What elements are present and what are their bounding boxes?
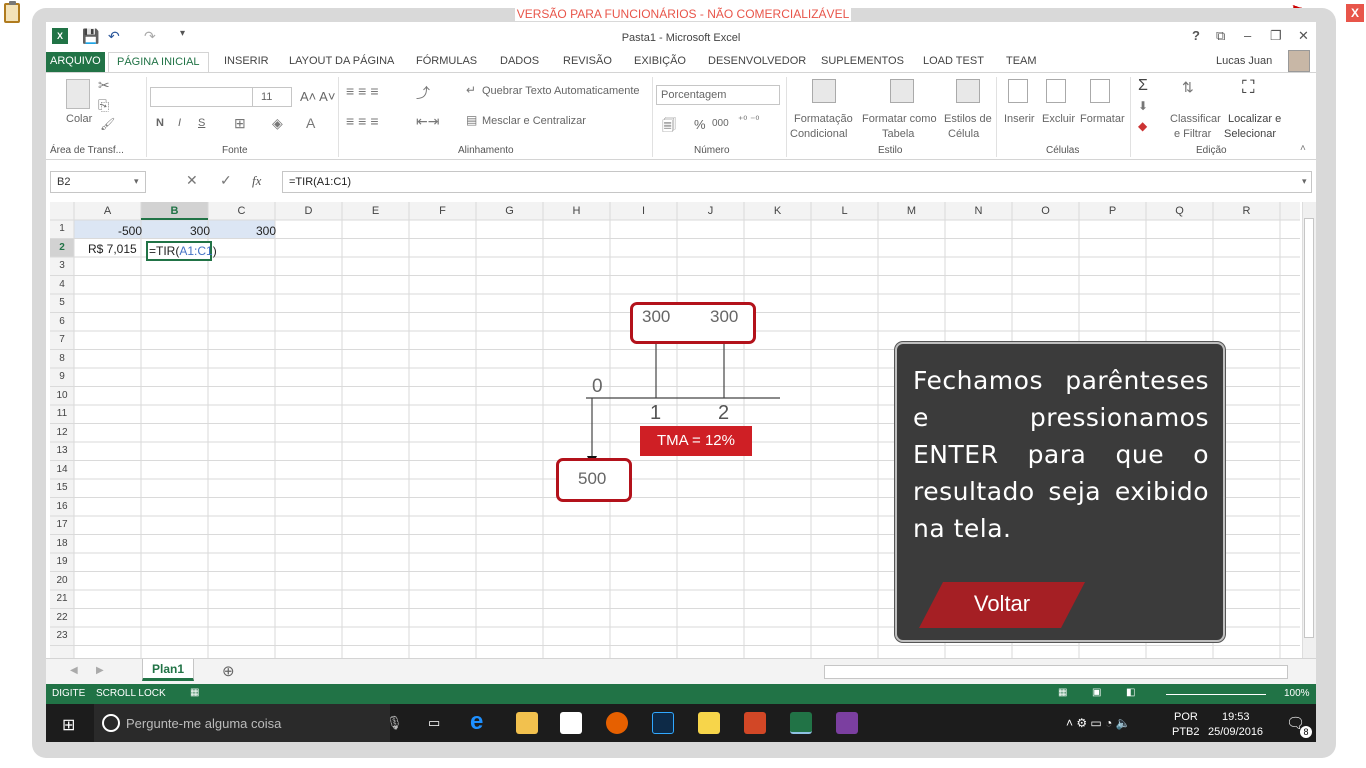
page-layout-icon[interactable]: ▣: [1092, 687, 1101, 698]
back-button[interactable]: Voltar: [919, 582, 1085, 628]
notification-count: 8: [1300, 726, 1312, 738]
sticky-notes-icon[interactable]: [698, 712, 720, 734]
photoshop-icon[interactable]: [652, 712, 674, 734]
cortana-search[interactable]: Pergunte-me alguma coisa 🎙: [94, 704, 403, 742]
language-1[interactable]: POR: [1174, 711, 1198, 723]
excel-window: X 💾 ↶ ↷ ▾ Pasta1 - Microsoft Excel ? ⧉ –…: [46, 22, 1316, 742]
edge-icon[interactable]: e: [470, 708, 483, 736]
period-0-label: 0: [592, 376, 603, 397]
explanation-panel: Fechamos parênteses e pressionamos ENTER…: [895, 342, 1225, 642]
inflow-1-value: 300: [642, 307, 671, 326]
firefox-icon[interactable]: [606, 712, 628, 734]
add-sheet-button[interactable]: ⊕: [222, 662, 235, 680]
close-overlay-button[interactable]: X: [1346, 4, 1364, 22]
windows-start-icon[interactable]: ⊞: [62, 715, 75, 735]
back-button-label: Voltar: [973, 591, 1031, 616]
horizontal-scrollbar[interactable]: [824, 665, 1288, 679]
microphone-icon: 🎙: [386, 715, 403, 730]
clipboard-icon[interactable]: [4, 1, 20, 23]
sheet-tab-plan1[interactable]: Plan1: [142, 659, 194, 681]
app-taskbar-icon[interactable]: [836, 712, 858, 734]
next-sheet-icon[interactable]: ▶: [96, 665, 104, 676]
windows-taskbar: ⊞ Pergunte-me alguma coisa 🎙 ▭ e ˄ ⚙ ▭ ◔…: [46, 704, 1316, 742]
zoom-slider[interactable]: [1166, 694, 1266, 695]
normal-view-icon[interactable]: ▦: [1058, 687, 1067, 698]
zoom-level[interactable]: 100%: [1284, 688, 1310, 699]
file-explorer-icon[interactable]: [516, 712, 538, 734]
cortana-icon: [102, 714, 120, 732]
period-2-label: 2: [718, 402, 730, 424]
clock-date[interactable]: 25/09/2016: [1208, 726, 1263, 738]
status-bar: DIGITE SCROLL LOCK ▦ ▦ ▣ ◧ 100%: [46, 684, 1316, 704]
sheet-tabs-bar: ◀ ▶ Plan1 ⊕: [46, 658, 1316, 684]
language-2[interactable]: PTB2: [1172, 726, 1200, 738]
tray-icons[interactable]: ˄ ⚙ ▭ ◔ 🔈: [1066, 716, 1131, 730]
excel-taskbar-icon[interactable]: [790, 712, 812, 734]
clock-time[interactable]: 19:53: [1222, 711, 1250, 723]
search-placeholder: Pergunte-me alguma coisa: [126, 716, 282, 731]
task-view-icon[interactable]: ▭: [428, 715, 440, 731]
page-break-icon[interactable]: ◧: [1126, 687, 1135, 698]
outflow-value: 500: [578, 469, 607, 488]
prev-sheet-icon[interactable]: ◀: [70, 665, 78, 676]
period-1-label: 1: [650, 402, 662, 424]
status-mode: DIGITE: [52, 688, 86, 699]
macro-record-icon[interactable]: ▦: [190, 687, 199, 698]
powerpoint-icon[interactable]: [744, 712, 766, 734]
status-scroll-lock: SCROLL LOCK: [96, 688, 166, 699]
store-icon[interactable]: [560, 712, 582, 734]
inflow-2-value: 300: [710, 307, 739, 326]
tma-badge: TMA = 12%: [640, 426, 752, 456]
explanation-text: Fechamos parênteses e pressionamos ENTER…: [913, 366, 1209, 543]
